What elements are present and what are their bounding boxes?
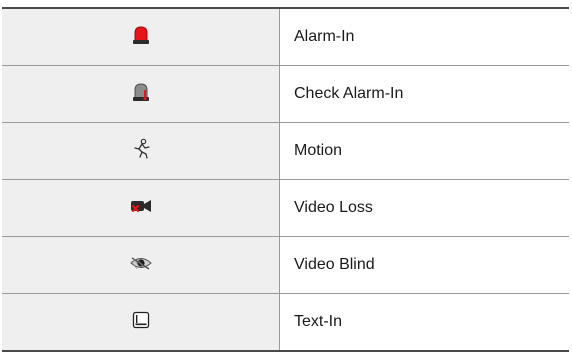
- icon-cell: [2, 179, 280, 237]
- event-label: Video Loss: [279, 179, 569, 237]
- event-label: Motion: [279, 122, 569, 180]
- icon-cell: [2, 293, 280, 352]
- table-row: Check Alarm-In: [2, 65, 569, 123]
- icon-cell: [2, 122, 280, 180]
- event-label: Video Blind: [279, 236, 569, 294]
- event-label: Alarm-In: [279, 7, 569, 66]
- icon-cell: [2, 65, 280, 123]
- check-alarm-in-icon: [131, 82, 151, 102]
- event-label: Check Alarm-In: [279, 65, 569, 123]
- event-label: Text-In: [279, 293, 569, 352]
- video-loss-icon: [130, 198, 152, 214]
- table-row: Video Blind: [2, 236, 569, 294]
- table-row: Text-In: [2, 293, 569, 352]
- table-row: Video Loss: [2, 179, 569, 237]
- table-row: Motion: [2, 122, 569, 180]
- event-icon-legend-table: Alarm-In Check Alarm-In Motion Video Los…: [2, 7, 569, 352]
- motion-icon: [130, 138, 152, 160]
- icon-cell: [2, 236, 280, 294]
- table-row: Alarm-In: [2, 7, 569, 66]
- alarm-in-icon: [131, 25, 151, 45]
- icon-cell: [2, 7, 280, 66]
- video-blind-icon: [129, 255, 152, 271]
- text-in-icon: [132, 311, 150, 329]
